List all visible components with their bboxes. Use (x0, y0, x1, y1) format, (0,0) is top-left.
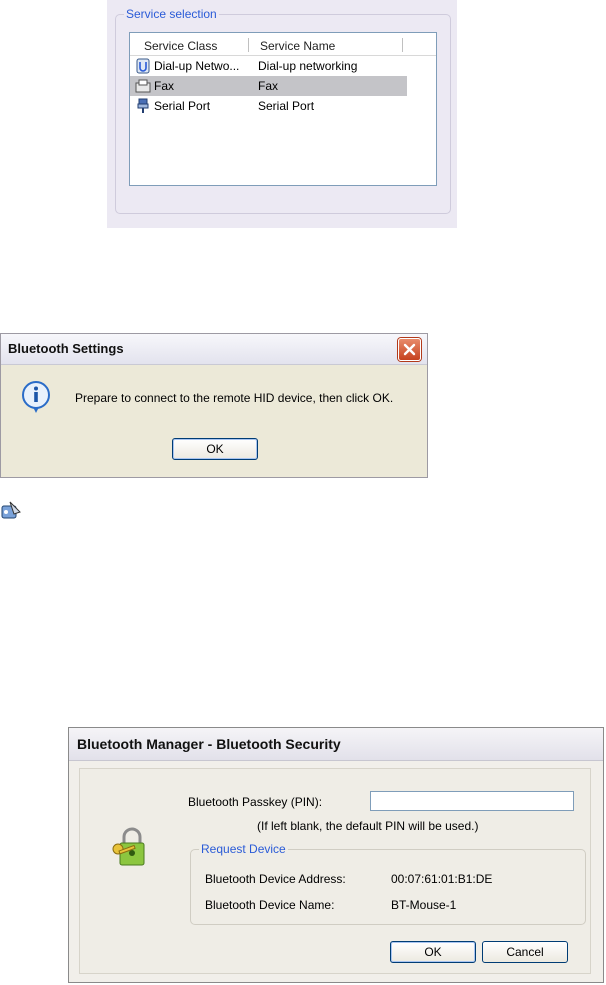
lock-key-icon (112, 827, 145, 866)
dialog-title: Bluetooth Manager - Bluetooth Security (77, 736, 341, 752)
title-bar[interactable]: Bluetooth Settings (1, 334, 427, 365)
service-name-cell: Fax (258, 79, 279, 93)
bluetooth-tool-icon (1, 501, 21, 519)
service-name-cell: Serial Port (258, 99, 315, 113)
dialog-title: Bluetooth Settings (8, 341, 124, 356)
column-service-name[interactable]: Service Name (260, 33, 335, 55)
service-list[interactable]: Service Class Service Name Dial-up Netwo… (129, 32, 437, 186)
info-icon (22, 381, 50, 413)
service-class-cell: Fax (154, 79, 175, 93)
close-button[interactable] (398, 338, 421, 361)
service-selection-legend: Service selection (124, 7, 219, 21)
close-icon (403, 343, 416, 356)
dialup-network-icon (136, 58, 150, 74)
request-device-legend: Request Device (199, 842, 288, 856)
passkey-label: Bluetooth Passkey (PIN): (188, 795, 323, 809)
column-divider[interactable] (402, 38, 403, 52)
passkey-hint: (If left blank, the default PIN will be … (257, 819, 479, 833)
fax-icon (135, 79, 151, 93)
device-name-label: Bluetooth Device Name: (205, 898, 335, 912)
list-item[interactable]: Dial-up Netwo... Dial-up networking (130, 56, 436, 76)
service-class-cell: Dial-up Netwo... (154, 59, 240, 73)
bluetooth-security-dialog: Bluetooth Manager - Bluetooth Security B… (68, 727, 604, 983)
column-service-class[interactable]: Service Class (144, 33, 217, 55)
device-address-label: Bluetooth Device Address: (205, 872, 346, 886)
request-device-group: Request Device Bluetooth Device Address:… (190, 842, 586, 925)
column-divider[interactable] (248, 38, 249, 52)
service-list-header: Service Class Service Name (130, 33, 436, 56)
list-item[interactable]: Fax Fax (130, 76, 407, 96)
serial-port-icon (137, 98, 149, 113)
service-name-cell: Dial-up networking (258, 59, 358, 73)
ok-button[interactable]: OK (172, 438, 258, 460)
device-name-value: BT-Mouse-1 (391, 898, 457, 912)
list-item[interactable]: Serial Port Serial Port (130, 96, 436, 116)
title-bar[interactable]: Bluetooth Manager - Bluetooth Security (69, 728, 603, 761)
service-selection-panel: Service selection Service Class Service … (107, 0, 457, 228)
passkey-input[interactable] (370, 791, 574, 811)
service-class-cell: Serial Port (154, 99, 211, 113)
ok-button[interactable]: OK (390, 941, 476, 963)
dialog-message: Prepare to connect to the remote HID dev… (75, 391, 394, 405)
bluetooth-settings-dialog: Bluetooth Settings Prepare to connect to… (0, 333, 428, 478)
cancel-button[interactable]: Cancel (482, 941, 568, 963)
dialog-content: Bluetooth Passkey (PIN): (If left blank,… (79, 768, 591, 974)
device-address-value: 00:07:61:01:B1:DE (391, 872, 493, 886)
